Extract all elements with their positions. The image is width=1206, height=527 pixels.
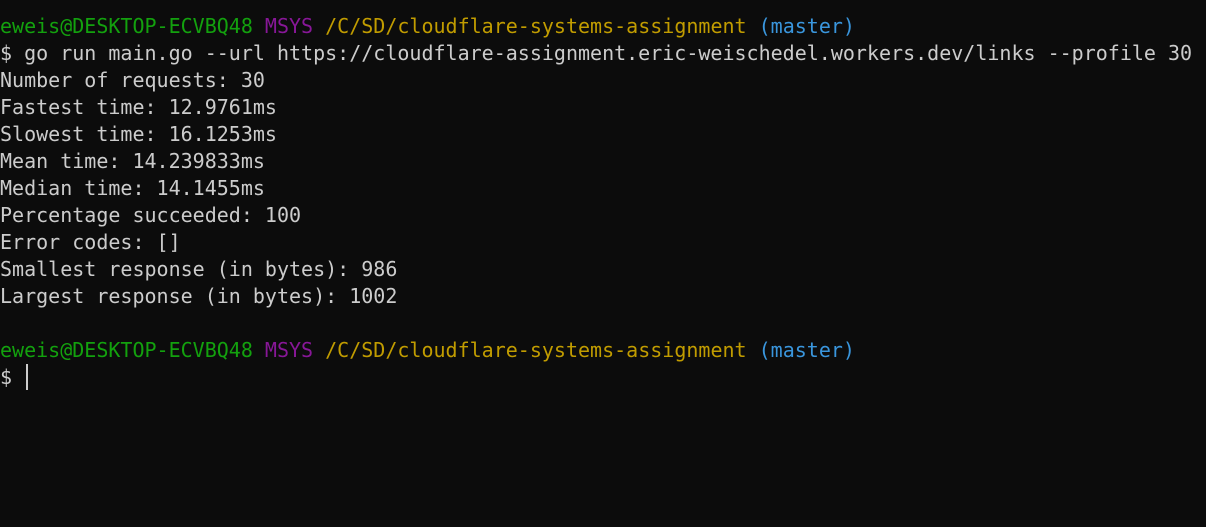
prompt-header: eweis@DESKTOP-ECVBQ48 MSYS /C/SD/cloudfl… [0,13,1206,40]
command-text: go run main.go --url https://cloudflare-… [24,41,1193,65]
command-line[interactable]: $ [0,364,1206,391]
command-line: $ go run main.go --url https://cloudflar… [0,40,1206,67]
text-cursor [26,364,29,390]
output-line: Smallest response (in bytes): 986 [0,257,398,281]
output-line: Largest response (in bytes): 1002 [0,284,398,308]
output-line: Slowest time: 16.1253ms [0,122,277,146]
prompt-system: MSYS [264,338,314,362]
output-line: Fastest time: 12.9761ms [0,95,277,119]
prompt-user-host: eweis@DESKTOP-ECVBQ48 [0,14,253,38]
prompt-symbol: $ [0,41,13,65]
terminal-window[interactable]: eweis@DESKTOP-ECVBQ48 MSYS /C/SD/cloudfl… [0,0,1206,391]
prompt-path: /C/SD/cloudflare-systems-assignment [325,14,747,38]
output-line: Error codes: [] [0,230,181,254]
output-line: Percentage succeeded: 100 [0,203,302,227]
prompt-header: eweis@DESKTOP-ECVBQ48 MSYS /C/SD/cloudfl… [0,337,1206,364]
prompt-user-host: eweis@DESKTOP-ECVBQ48 [0,338,253,362]
prompt-branch: (master) [758,338,855,362]
output-line: Median time: 14.1455ms [0,176,265,200]
prompt-symbol: $ [0,365,13,389]
output-line: Number of requests: 30 [0,68,265,92]
prompt-branch: (master) [758,14,855,38]
prompt-system: MSYS [264,14,314,38]
output-line: Mean time: 14.239833ms [0,149,265,173]
prompt-path: /C/SD/cloudflare-systems-assignment [325,338,747,362]
